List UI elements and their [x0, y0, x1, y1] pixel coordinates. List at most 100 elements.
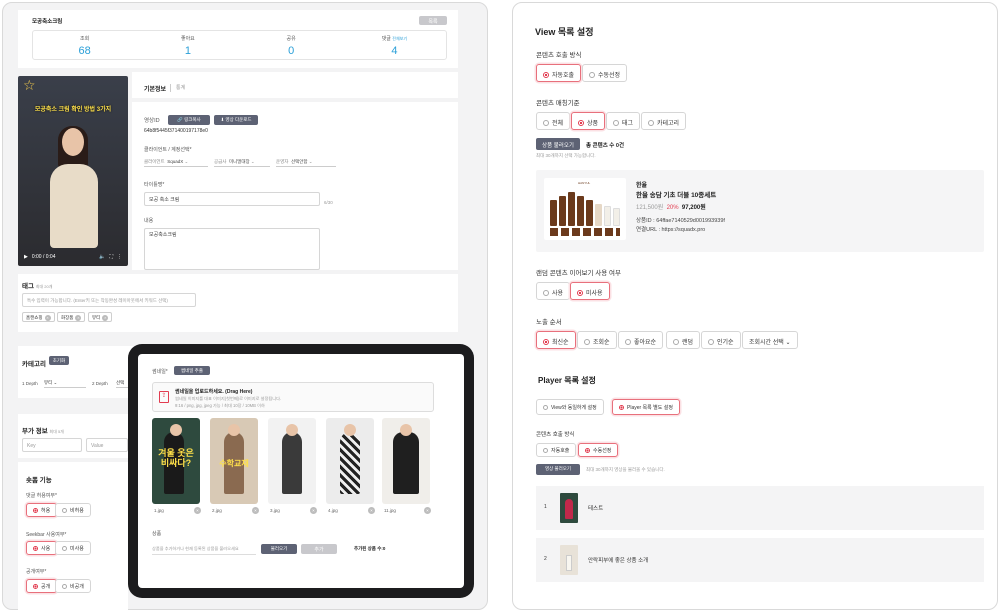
load-products-button[interactable]: 상품 불러오기: [536, 138, 580, 150]
upload-desc: 썸네일 이미지를 대표 이미지(첫번째)로 이미지로 설정됩니다.: [175, 396, 282, 401]
list-button[interactable]: 목록: [419, 16, 447, 25]
order-likes-radio[interactable]: 좋아요순: [618, 331, 664, 349]
match-criteria-label: 콘텐츠 매칭기준: [536, 100, 580, 107]
player-call-method-label: 콘텐츠 호출 방식: [536, 432, 575, 438]
order-popular-radio[interactable]: 인기순: [701, 331, 741, 349]
remove-thumbnail-icon[interactable]: ×: [194, 507, 201, 514]
thumbnail-5[interactable]: [382, 418, 430, 504]
extra-value-input[interactable]: Value: [86, 438, 128, 452]
remove-thumbnail-icon[interactable]: ×: [424, 507, 431, 514]
copy-link-button[interactable]: 🔗 링크복사: [168, 115, 210, 125]
comment-deny-radio[interactable]: 비허용: [55, 503, 91, 517]
seekbar-use-radio[interactable]: 사용: [26, 541, 58, 555]
tab-stats[interactable]: 통계: [176, 84, 185, 91]
file-name: 11.jpg: [384, 508, 396, 513]
thumbnail-2-text: 수학교재: [219, 459, 249, 468]
depth1-select[interactable]: 뷰티 ⌄: [44, 380, 86, 388]
product-placeholder[interactable]: 상품을 추가하거나 현재 등록된 상품을 불러오세요: [152, 546, 256, 555]
public-radio[interactable]: 공개: [26, 579, 58, 593]
operator-select[interactable]: 운영자 선택안함 ⌄: [276, 159, 336, 167]
category-title: 카테고리: [22, 361, 46, 368]
depth2-select[interactable]: 선택: [116, 380, 128, 388]
public-label: 공개여부*: [26, 569, 47, 575]
content-textarea[interactable]: 모공축소크림: [144, 228, 320, 270]
remove-thumbnail-icon[interactable]: ×: [252, 507, 259, 514]
supplier-select[interactable]: 공급사 미니멀대장 ⌄: [214, 159, 270, 167]
product-card[interactable]: HANYUL 한율 한율 송담 기초 더블 10종세트 121,500원 20%…: [536, 170, 984, 252]
order-views-radio[interactable]: 조회순: [577, 331, 617, 349]
remove-thumbnail-icon[interactable]: ×: [368, 507, 375, 514]
comment-allow-radio[interactable]: 허용: [26, 503, 58, 517]
manual-select-radio[interactable]: 수동선정: [582, 64, 628, 82]
download-video-button[interactable]: ⬇ 영상 다운로드: [214, 115, 258, 125]
player-auto-radio[interactable]: 자동호출: [536, 443, 577, 457]
product-name: 한율 송담 기초 더블 10종세트: [636, 192, 717, 199]
tablet-screen: 썸네일* 썸네일 추출 ⇪ 썸네일을 업로드하세요. (Drag Here) 썸…: [138, 354, 464, 588]
auto-call-radio[interactable]: 자동호출: [536, 64, 582, 82]
stats-title: 모공축소크림: [32, 19, 63, 25]
thumbnail-1-text: 겨울 옷은 비싸다?: [158, 448, 194, 468]
tag-chip: 홈캔쇼핑 ×: [22, 312, 55, 322]
upload-title: 썸네일을 업로드하세요. (Drag Here): [175, 389, 253, 395]
favorite-star-icon[interactable]: ☆: [23, 77, 36, 94]
video-controls[interactable]: ▶ 0:00 / 0:04 🔈 ⛶ ⋮: [18, 248, 128, 266]
remove-thumbnail-icon[interactable]: ×: [310, 507, 317, 514]
match-product-radio[interactable]: 상품: [571, 112, 606, 130]
player-manual-radio[interactable]: 수동선정: [578, 443, 619, 457]
upload-dropzone[interactable]: ⇪ 썸네일을 업로드하세요. (Drag Here) 썸네일 이미지를 대표 이…: [152, 382, 434, 412]
tab-basic[interactable]: 기본정보: [144, 84, 166, 93]
product-image: HANYUL: [544, 178, 626, 240]
random-use-radio[interactable]: 사용: [536, 282, 571, 300]
product-add-button[interactable]: 추가: [301, 544, 337, 554]
extra-info-title: 부가 정보 최대 5개: [22, 428, 64, 435]
order-label: 노출 순서: [536, 319, 562, 326]
extra-key-input[interactable]: Key: [22, 438, 82, 452]
thumbnail-4[interactable]: [326, 418, 374, 504]
category-reset-button[interactable]: 초기화: [49, 356, 69, 365]
private-radio[interactable]: 비공개: [55, 579, 91, 593]
file-name: 2.jpg: [212, 508, 222, 513]
call-method-label: 콘텐츠 호출 방식: [536, 52, 582, 59]
match-all-radio[interactable]: 전체: [536, 112, 571, 130]
load-videos-button[interactable]: 영상 불러오기: [536, 464, 580, 475]
thumbnail-2[interactable]: 수학교재: [210, 418, 258, 504]
tag-chip: 뷰티 ×: [88, 312, 113, 322]
remove-tag-icon[interactable]: ×: [75, 315, 82, 321]
player-separate-radio[interactable]: Player 목록 별도 설정: [612, 399, 680, 415]
thumbnail-1[interactable]: 겨울 옷은 비싸다?: [152, 418, 200, 504]
view-time-select[interactable]: 조회시간 선택 ⌄: [742, 331, 798, 349]
video-player[interactable]: 모공축소 크림 확인 방법 3가지 ▶ 0:00 / 0:04 🔈 ⛶ ⋮: [18, 76, 128, 266]
random-nouse-radio[interactable]: 미사용: [570, 282, 610, 300]
more-icon[interactable]: ⋮: [117, 254, 122, 260]
order-latest-radio[interactable]: 최신순: [536, 331, 576, 349]
title-label: 타이틀명*: [144, 182, 165, 188]
seekbar-nouse-radio[interactable]: 미사용: [55, 541, 91, 555]
client-select[interactable]: 클라이언트 SquadX ⌄: [144, 159, 208, 167]
remove-tag-icon[interactable]: ×: [102, 315, 109, 321]
match-tag-radio[interactable]: 태그: [606, 112, 641, 130]
stat-shares: 공유 0: [286, 36, 296, 57]
player-max-hint: 최대 30개까지 영상을 불러올 수 있습니다.: [586, 467, 665, 472]
list-item[interactable]: 2 안락피부에 좋은 상품 소개: [536, 538, 984, 582]
thumbnail-extract-button[interactable]: 썸네일 추출: [174, 366, 210, 375]
fullscreen-icon[interactable]: ⛶: [109, 254, 113, 260]
thumbnail-3[interactable]: [268, 418, 316, 504]
list-item[interactable]: 1 테스트: [536, 486, 984, 530]
match-category-radio[interactable]: 카테고리: [641, 112, 687, 130]
title-input[interactable]: 모공 축소 크림: [144, 192, 320, 206]
product-load-button[interactable]: 불러오기: [261, 544, 297, 554]
product-brand: 한율: [636, 183, 648, 189]
added-product-count: 추가된 상품 수:0: [354, 546, 386, 551]
content-label: 내용: [144, 218, 154, 224]
view-all-link[interactable]: 전체보기: [392, 36, 407, 41]
tag-input[interactable]: 특수 입력이 가능합니다. (Enter키 또는 작동완성 레이아웃에서 키워드…: [22, 293, 196, 307]
row-title: 테스트: [588, 506, 604, 512]
order-random-radio[interactable]: 랜덤: [666, 331, 701, 349]
volume-icon[interactable]: 🔈: [99, 254, 105, 260]
play-icon[interactable]: ▶: [24, 254, 28, 260]
total-content-count: 총 콘텐츠 수 0건: [586, 143, 625, 149]
remove-tag-icon[interactable]: ×: [44, 315, 51, 321]
title-char-count: 6/30: [324, 200, 333, 205]
player-list-title: Player 목록 설정: [538, 376, 596, 385]
player-same-radio[interactable]: View와 동일하게 설정: [536, 399, 604, 415]
